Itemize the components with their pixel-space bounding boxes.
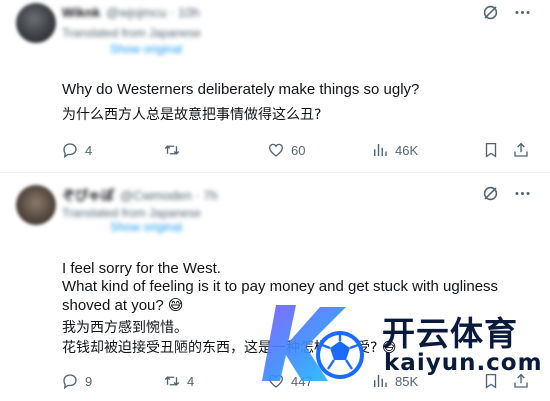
repost-icon [164,145,180,155]
bookmark-button[interactable] [482,139,500,161]
author-handle[interactable]: @Cwmoden · 7h [120,188,218,203]
show-original-link[interactable]: Show original [110,220,182,234]
author-avatar[interactable] [16,3,56,43]
watermark-brand-cn: 开云体育 [382,314,518,353]
reply-button[interactable]: 9 [61,370,92,392]
action-bar: 4 60 46K [55,139,530,161]
translated-notice: Translated from Japanese [62,26,201,40]
author-avatar[interactable] [16,185,56,225]
repost-button[interactable] [163,139,187,161]
share-icon [514,142,528,157]
grok-icon[interactable] [480,183,500,203]
author-name[interactable]: Wiknk @wjojmcu · 10h [62,5,200,20]
like-button[interactable]: 60 [267,139,305,161]
repost-count: 4 [187,373,195,389]
watermark: 开云体育 kaiyun.com [262,295,550,401]
reply-count: 4 [85,142,93,158]
show-original-link[interactable]: Show original [110,42,182,56]
post-text-cn: 为什么西方人总是故意把事情做得这么丑? [62,107,322,123]
repost-icon [164,376,180,386]
views-icon [374,144,387,156]
grok-icon[interactable] [480,2,500,22]
reply-count: 9 [85,373,93,389]
share-button[interactable] [512,139,530,161]
author-name[interactable]: ぞぴゃぽ @Cwmoden · 7h [62,185,218,204]
kaiyun-logo-icon [262,305,364,381]
reply-icon [63,143,77,159]
reply-button[interactable]: 4 [61,139,92,161]
bookmark-icon [485,142,497,158]
post-text-en-1: I feel sorry for the West. [62,260,221,277]
more-icon[interactable] [512,2,532,22]
post-text-en: Why do Westerners deliberately make thin… [62,81,420,98]
like-icon [268,143,284,157]
repost-button[interactable]: 4 [163,370,194,392]
reply-icon [63,374,77,390]
more-icon[interactable] [512,183,532,203]
views-button[interactable]: 46K [371,139,418,161]
post-1[interactable]: Wiknk @wjojmcu · 10h Translated from Japa… [0,0,550,173]
author-handle[interactable]: @wjojmcu · 10h [106,5,199,20]
watermark-brand-url: kaiyun.com [384,350,543,376]
like-count: 60 [291,142,306,158]
view-count: 46K [395,142,419,158]
translated-notice: Translated from Japanese [62,206,201,220]
